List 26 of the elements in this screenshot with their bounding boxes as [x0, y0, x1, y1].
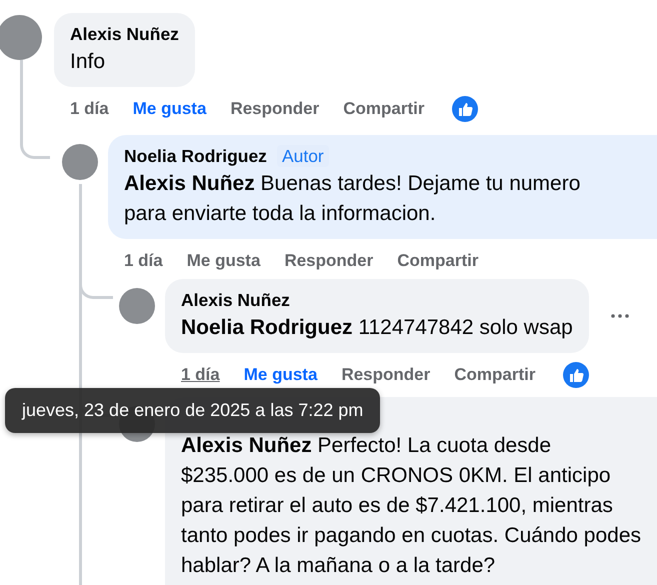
author-name[interactable]: Alexis Nuñez	[181, 289, 290, 311]
timestamp-link[interactable]: 1 día	[70, 99, 109, 119]
like-link[interactable]: Me gusta	[132, 99, 206, 119]
reply-link[interactable]: Responder	[230, 99, 320, 119]
reply-link[interactable]: Responder	[284, 251, 374, 271]
author-badge: Autor	[276, 145, 329, 167]
comment-text: Alexis Nuñez Perfecto! La cuota desde $235.000 es de un CRONOS 0KM. El anticipo para retirar el auto es de $7.421.100, mientras tanto podes ir pagando en cuotas. Cuándo podes hablar? A la mañana o a la tarde?	[181, 433, 642, 579]
avatar-placeholder[interactable]	[62, 144, 98, 180]
timestamp-link[interactable]: 1 día	[181, 365, 220, 385]
author-name[interactable]: Alexis Nuñez	[70, 23, 179, 45]
like-link[interactable]: Me gusta	[186, 251, 260, 271]
share-link[interactable]: Compartir	[454, 365, 536, 385]
share-link[interactable]: Compartir	[397, 251, 478, 271]
comment-text: Alexis Nuñez Buenas tardes! Dejame tu numero para enviarte toda la informacion.	[124, 171, 582, 227]
like-link[interactable]: Me gusta	[244, 365, 318, 385]
reply-link[interactable]: Responder	[341, 365, 430, 385]
share-link[interactable]: Compartir	[343, 99, 424, 119]
date-tooltip: jueves, 23 de enero de 2025 a las 7:22 pm	[5, 388, 380, 433]
comment-text: Noelia Rodriguez 1124747842 solo wsap	[181, 315, 573, 341]
comment-text: Info	[70, 49, 106, 75]
avatar-placeholder[interactable]	[0, 15, 42, 60]
thumbs-up-icon[interactable]	[452, 96, 478, 122]
author-name[interactable]: Noelia Rodriguez	[124, 145, 267, 167]
thumbs-up-icon[interactable]	[563, 362, 590, 388]
avatar-placeholder[interactable]	[119, 288, 155, 324]
timestamp-link[interactable]: 1 día	[124, 251, 163, 271]
